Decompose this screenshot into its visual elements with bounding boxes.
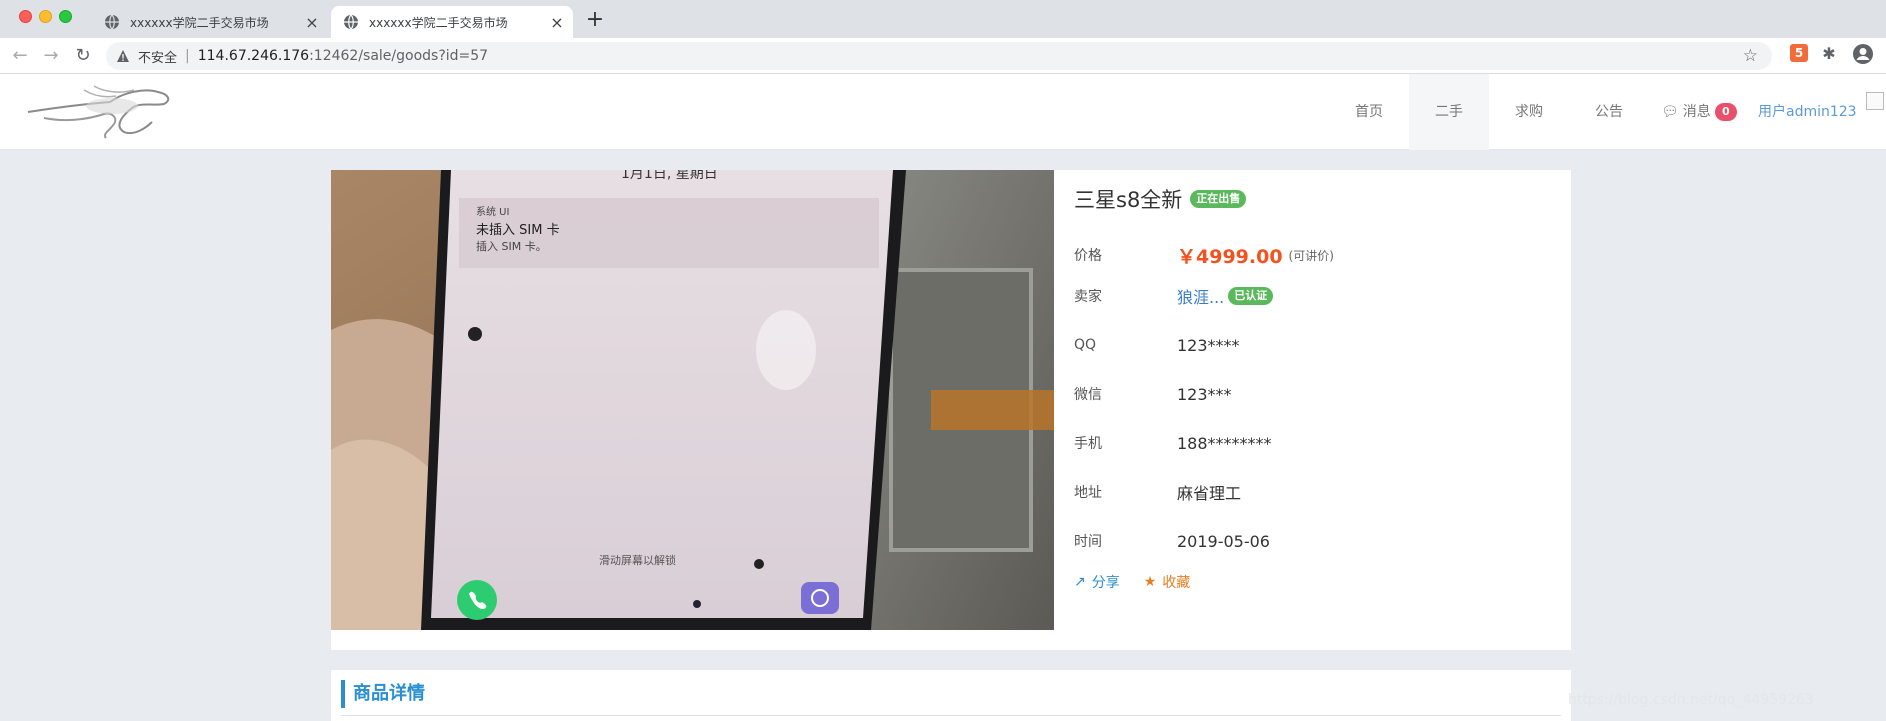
address-label: 地址: [1074, 485, 1102, 501]
photo-notif-title: 未插入 SIM 卡: [476, 223, 560, 238]
window-zoom-button[interactable]: [59, 10, 72, 23]
details-heading: 商品详情: [341, 680, 425, 708]
status-badge: 正在出售: [1190, 190, 1247, 208]
main-nav: 首页 二手 求购 公告: [1329, 74, 1649, 150]
warning-icon: [117, 50, 129, 62]
url-separator: |: [185, 48, 190, 64]
share-icon: ↗: [1074, 574, 1086, 590]
share-label: 分享: [1091, 575, 1120, 591]
forward-arrow-icon[interactable]: →: [38, 44, 64, 68]
insecure-label: 不安全: [138, 50, 178, 66]
price-label: 价格: [1074, 248, 1102, 264]
browser-tab-bar: xxxxxx学院二手交易市场 × xxxxxx学院二手交易市场 × +: [0, 0, 1886, 38]
wechat-row: 微信 123***: [1074, 382, 1554, 406]
site-logo[interactable]: [24, 82, 174, 142]
reload-icon[interactable]: ↻: [70, 44, 96, 68]
new-tab-button[interactable]: +: [582, 8, 608, 34]
site-header: 首页 二手 求购 公告 💬︎ 消息 0 用户admin123: [0, 74, 1886, 150]
product-title-row: 三星s8全新 正在出售: [1074, 184, 1247, 214]
address-value: 麻省理工: [1177, 484, 1242, 503]
address-row: 地址 麻省理工: [1074, 480, 1554, 504]
globe-icon: [105, 14, 119, 30]
window-minimize-button[interactable]: [39, 10, 52, 23]
photo-unlock-hint: 滑动屏幕以解锁: [599, 553, 676, 567]
bookmark-star-icon[interactable]: ☆: [1743, 46, 1758, 66]
nav-item-home[interactable]: 首页: [1329, 74, 1409, 150]
product-photo[interactable]: 1月1日, 星期日 系统 UI 未插入 SIM 卡 插入 SIM 卡。 滑动屏幕…: [331, 170, 1054, 630]
chat-bubble-icon: 💬︎: [1661, 104, 1679, 120]
phone-value: 188********: [1177, 433, 1272, 453]
details-divider: [341, 715, 1561, 716]
product-title: 三星s8全新: [1074, 188, 1183, 212]
qq-value: 123****: [1177, 335, 1240, 355]
time-label: 时间: [1074, 534, 1102, 550]
address-bar[interactable]: 不安全 | 114.67.246.176 :12462/sale/goods?i…: [106, 42, 1772, 70]
favorite-button[interactable]: ★ 收藏: [1144, 572, 1191, 592]
qq-label: QQ: [1074, 337, 1097, 353]
browser-tab-1[interactable]: xxxxxx学院二手交易市场 ×: [92, 6, 328, 38]
photo-notif-app: 系统 UI: [476, 205, 509, 218]
browser-tab-2[interactable]: xxxxxx学院二手交易市场 ×: [331, 6, 573, 38]
seller-label: 卖家: [1074, 289, 1102, 305]
photo-notif-body: 插入 SIM 卡。: [476, 239, 547, 253]
favorite-label: 收藏: [1162, 575, 1191, 591]
nav-item-secondhand[interactable]: 二手: [1409, 74, 1489, 150]
back-arrow-icon[interactable]: ←: [7, 44, 33, 68]
url-path: :12462/sale/goods?id=57: [309, 48, 489, 64]
nav-messages[interactable]: 💬︎ 消息 0: [1661, 74, 1737, 150]
tab-title: xxxxxx学院二手交易市场: [130, 15, 269, 30]
close-tab-icon[interactable]: ×: [302, 13, 322, 32]
photo-date-text: 1月1日, 星期日: [621, 170, 718, 182]
globe-icon: [344, 14, 358, 30]
price-note: (可讲价): [1288, 248, 1334, 263]
wechat-value: 123***: [1177, 384, 1232, 404]
broken-image-icon: [1866, 92, 1884, 110]
seller-link[interactable]: 狼涯...: [1177, 284, 1224, 308]
qq-row: QQ 123****: [1074, 333, 1554, 357]
url-host: 114.67.246.176: [197, 48, 310, 64]
time-value: 2019-05-06: [1177, 531, 1270, 551]
watermark-text: https://blog.csdn.net/qq_44959263: [1568, 692, 1814, 708]
extension-icon[interactable]: 5: [1790, 44, 1808, 62]
phone-row: 手机 188********: [1074, 431, 1554, 455]
messages-label: 消息: [1682, 104, 1711, 120]
phone-label: 手机: [1074, 436, 1102, 452]
star-icon: ★: [1143, 574, 1157, 590]
seller-row: 卖家 狼涯... 已认证: [1074, 284, 1554, 308]
profile-avatar-icon[interactable]: [1852, 43, 1874, 65]
price-row: 价格 ￥4999.00 (可讲价): [1074, 243, 1554, 268]
nav-item-wanted[interactable]: 求购: [1489, 74, 1569, 150]
time-row: 时间 2019-05-06: [1074, 529, 1554, 553]
nav-item-notice[interactable]: 公告: [1569, 74, 1649, 150]
wechat-label: 微信: [1074, 387, 1102, 403]
extensions-puzzle-icon[interactable]: ✱: [1820, 44, 1838, 63]
messages-count-badge: 0: [1714, 103, 1737, 121]
share-button[interactable]: ↗ 分享: [1074, 572, 1120, 592]
browser-toolbar: ← → ↻ 不安全 | 114.67.246.176 :12462/sale/g…: [0, 38, 1886, 74]
close-tab-icon[interactable]: ×: [547, 13, 567, 32]
verified-badge: 已认证: [1228, 287, 1274, 305]
product-panel: 1月1日, 星期日 系统 UI 未插入 SIM 卡 插入 SIM 卡。 滑动屏幕…: [331, 170, 1571, 650]
product-actions: ↗ 分享 ★ 收藏: [1074, 572, 1190, 592]
nav-user-link[interactable]: 用户admin123: [1758, 74, 1857, 150]
tab-title: xxxxxx学院二手交易市场: [369, 15, 508, 30]
price-value: ￥4999.00: [1177, 245, 1283, 268]
details-panel: 商品详情: [331, 670, 1571, 721]
window-close-button[interactable]: [19, 10, 32, 23]
